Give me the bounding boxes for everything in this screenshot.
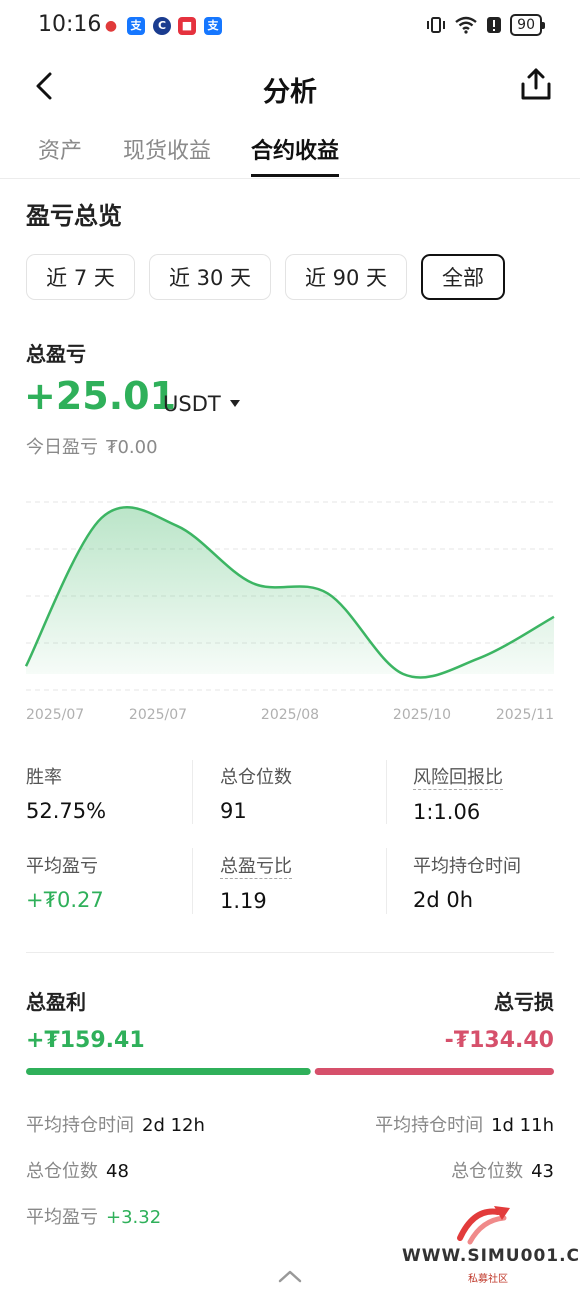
- x-tick-label: 2025/11: [496, 707, 554, 723]
- total-pnl-value: +25.01: [24, 374, 177, 418]
- stat-label: 平均盈亏: [26, 856, 98, 877]
- loss-total-positions: 总仓位数 43: [451, 1157, 554, 1183]
- watermark-logo-icon: [457, 1206, 510, 1245]
- today-pnl: 今日盈亏 ₮0.00: [26, 433, 158, 459]
- stat-label[interactable]: 风险回报比: [413, 763, 503, 790]
- filter-30-days[interactable]: 近 30 天: [149, 254, 271, 300]
- profit-loss-ratio-bar: [26, 1068, 554, 1075]
- detail-label: 平均持仓时间: [375, 1115, 484, 1136]
- total-loss-label: 总亏损: [494, 990, 554, 1014]
- chevron-up-icon[interactable]: [277, 1268, 303, 1284]
- pnl-chart: 2025/07 2025/07 2025/08 2025/10 2025/11: [24, 501, 555, 723]
- time-range-filters: 近 7 天 近 30 天 近 90 天 全部: [26, 254, 505, 300]
- app-notification-icon: C: [153, 17, 171, 35]
- wifi-icon: [455, 16, 477, 34]
- currency-selector[interactable]: USDT: [163, 392, 221, 416]
- detail-value: 48: [106, 1161, 129, 1182]
- stat-value: 1.19: [220, 889, 267, 913]
- red-app-notification-icon: ■: [178, 17, 196, 35]
- stat-value: +₮0.27: [26, 888, 104, 912]
- detail-label: 平均持仓时间: [26, 1115, 134, 1136]
- stat-average-holding-time: 平均持仓时间 2d 0h: [413, 852, 580, 912]
- watermark-subtext: 私募社区: [468, 1274, 508, 1285]
- chart-area-fill: [26, 507, 554, 678]
- battery-indicator: 90: [510, 14, 545, 36]
- total-profit-label: 总盈利: [26, 990, 86, 1014]
- tab-bar: 资产 现货收益 合约收益: [0, 133, 580, 179]
- back-arrow-icon[interactable]: [28, 68, 64, 104]
- profit-total-positions: 总仓位数 48: [26, 1157, 129, 1183]
- stat-average-pnl: 平均盈亏 +₮0.27: [26, 852, 196, 912]
- section-divider: [26, 952, 554, 953]
- detail-label: 总仓位数: [451, 1161, 524, 1182]
- profit-avg-holding-time: 平均持仓时间 2d 12h: [26, 1111, 205, 1137]
- divider: [192, 760, 193, 824]
- detail-value: 43: [531, 1161, 554, 1182]
- stat-label: 总仓位数: [220, 767, 292, 788]
- loss-share-bar: [314, 1068, 554, 1075]
- loss-avg-holding-time: 平均持仓时间 1d 11h: [375, 1111, 554, 1137]
- stat-value: 1:1.06: [413, 800, 481, 824]
- divider: [192, 848, 193, 914]
- stat-value: 2d 0h: [413, 888, 474, 912]
- profit-share-bar: [26, 1068, 311, 1075]
- filter-all[interactable]: 全部: [421, 254, 505, 300]
- alipay-notification-icon: 支: [127, 17, 145, 35]
- detail-label: 总仓位数: [26, 1161, 98, 1182]
- section-title: 盈亏总览: [26, 202, 122, 230]
- total-pnl-label: 总盈亏: [26, 342, 86, 366]
- divider: [386, 848, 387, 914]
- total-profit-value: +₮159.41: [26, 1028, 145, 1053]
- page-title: 分析: [263, 77, 317, 108]
- stat-risk-reward[interactable]: 风险回报比 1:1.06: [413, 763, 580, 824]
- detail-value: 2d 12h: [142, 1115, 205, 1136]
- stat-label: 胜率: [26, 767, 62, 788]
- x-tick-label: 2025/08: [261, 707, 319, 723]
- today-pnl-value: ₮0.00: [106, 437, 158, 458]
- stat-profit-loss-ratio[interactable]: 总盈亏比 1.19: [220, 852, 390, 913]
- filter-7-days[interactable]: 近 7 天: [26, 254, 135, 300]
- divider: [386, 760, 387, 824]
- chart-x-ticks: 2025/07 2025/07 2025/08 2025/10 2025/11: [26, 707, 554, 723]
- detail-value: +3.32: [106, 1207, 162, 1228]
- tab-assets[interactable]: 资产: [38, 133, 82, 177]
- alert-icon: [487, 17, 502, 33]
- stat-total-positions: 总仓位数 91: [220, 763, 390, 823]
- stat-label: 平均持仓时间: [413, 856, 521, 877]
- stat-value: 91: [220, 799, 247, 823]
- x-tick-label: 2025/07: [129, 707, 187, 723]
- stat-win-rate: 胜率 52.75%: [26, 763, 196, 823]
- detail-label: 平均盈亏: [26, 1207, 98, 1228]
- vibrate-icon: [427, 17, 446, 33]
- watermark: WWW.SIMU001.CN 私募社区: [402, 1202, 580, 1286]
- caret-down-icon[interactable]: [230, 400, 240, 407]
- weibo-notification-icon: ●: [104, 18, 118, 34]
- total-loss-value: -₮134.40: [444, 1028, 554, 1053]
- alipay-notification-icon-2: 支: [204, 17, 222, 35]
- stat-value: 52.75%: [26, 799, 107, 823]
- status-bar: 10:16 ● 支 C ■ 支 90: [0, 0, 580, 52]
- stat-label[interactable]: 总盈亏比: [220, 852, 292, 879]
- x-tick-label: 2025/07: [26, 707, 84, 723]
- x-tick-label: 2025/10: [393, 707, 451, 723]
- tab-spot-earnings[interactable]: 现货收益: [123, 133, 211, 177]
- profit-average-pnl: 平均盈亏 +3.32: [26, 1203, 161, 1229]
- today-pnl-label: 今日盈亏: [26, 437, 98, 458]
- share-icon[interactable]: [518, 66, 554, 102]
- watermark-text: WWW.SIMU001.CN: [402, 1246, 580, 1266]
- filter-90-days[interactable]: 近 90 天: [285, 254, 407, 300]
- detail-value: 1d 11h: [491, 1115, 554, 1136]
- status-time: 10:16: [38, 12, 102, 37]
- tab-futures-earnings[interactable]: 合约收益: [251, 133, 340, 177]
